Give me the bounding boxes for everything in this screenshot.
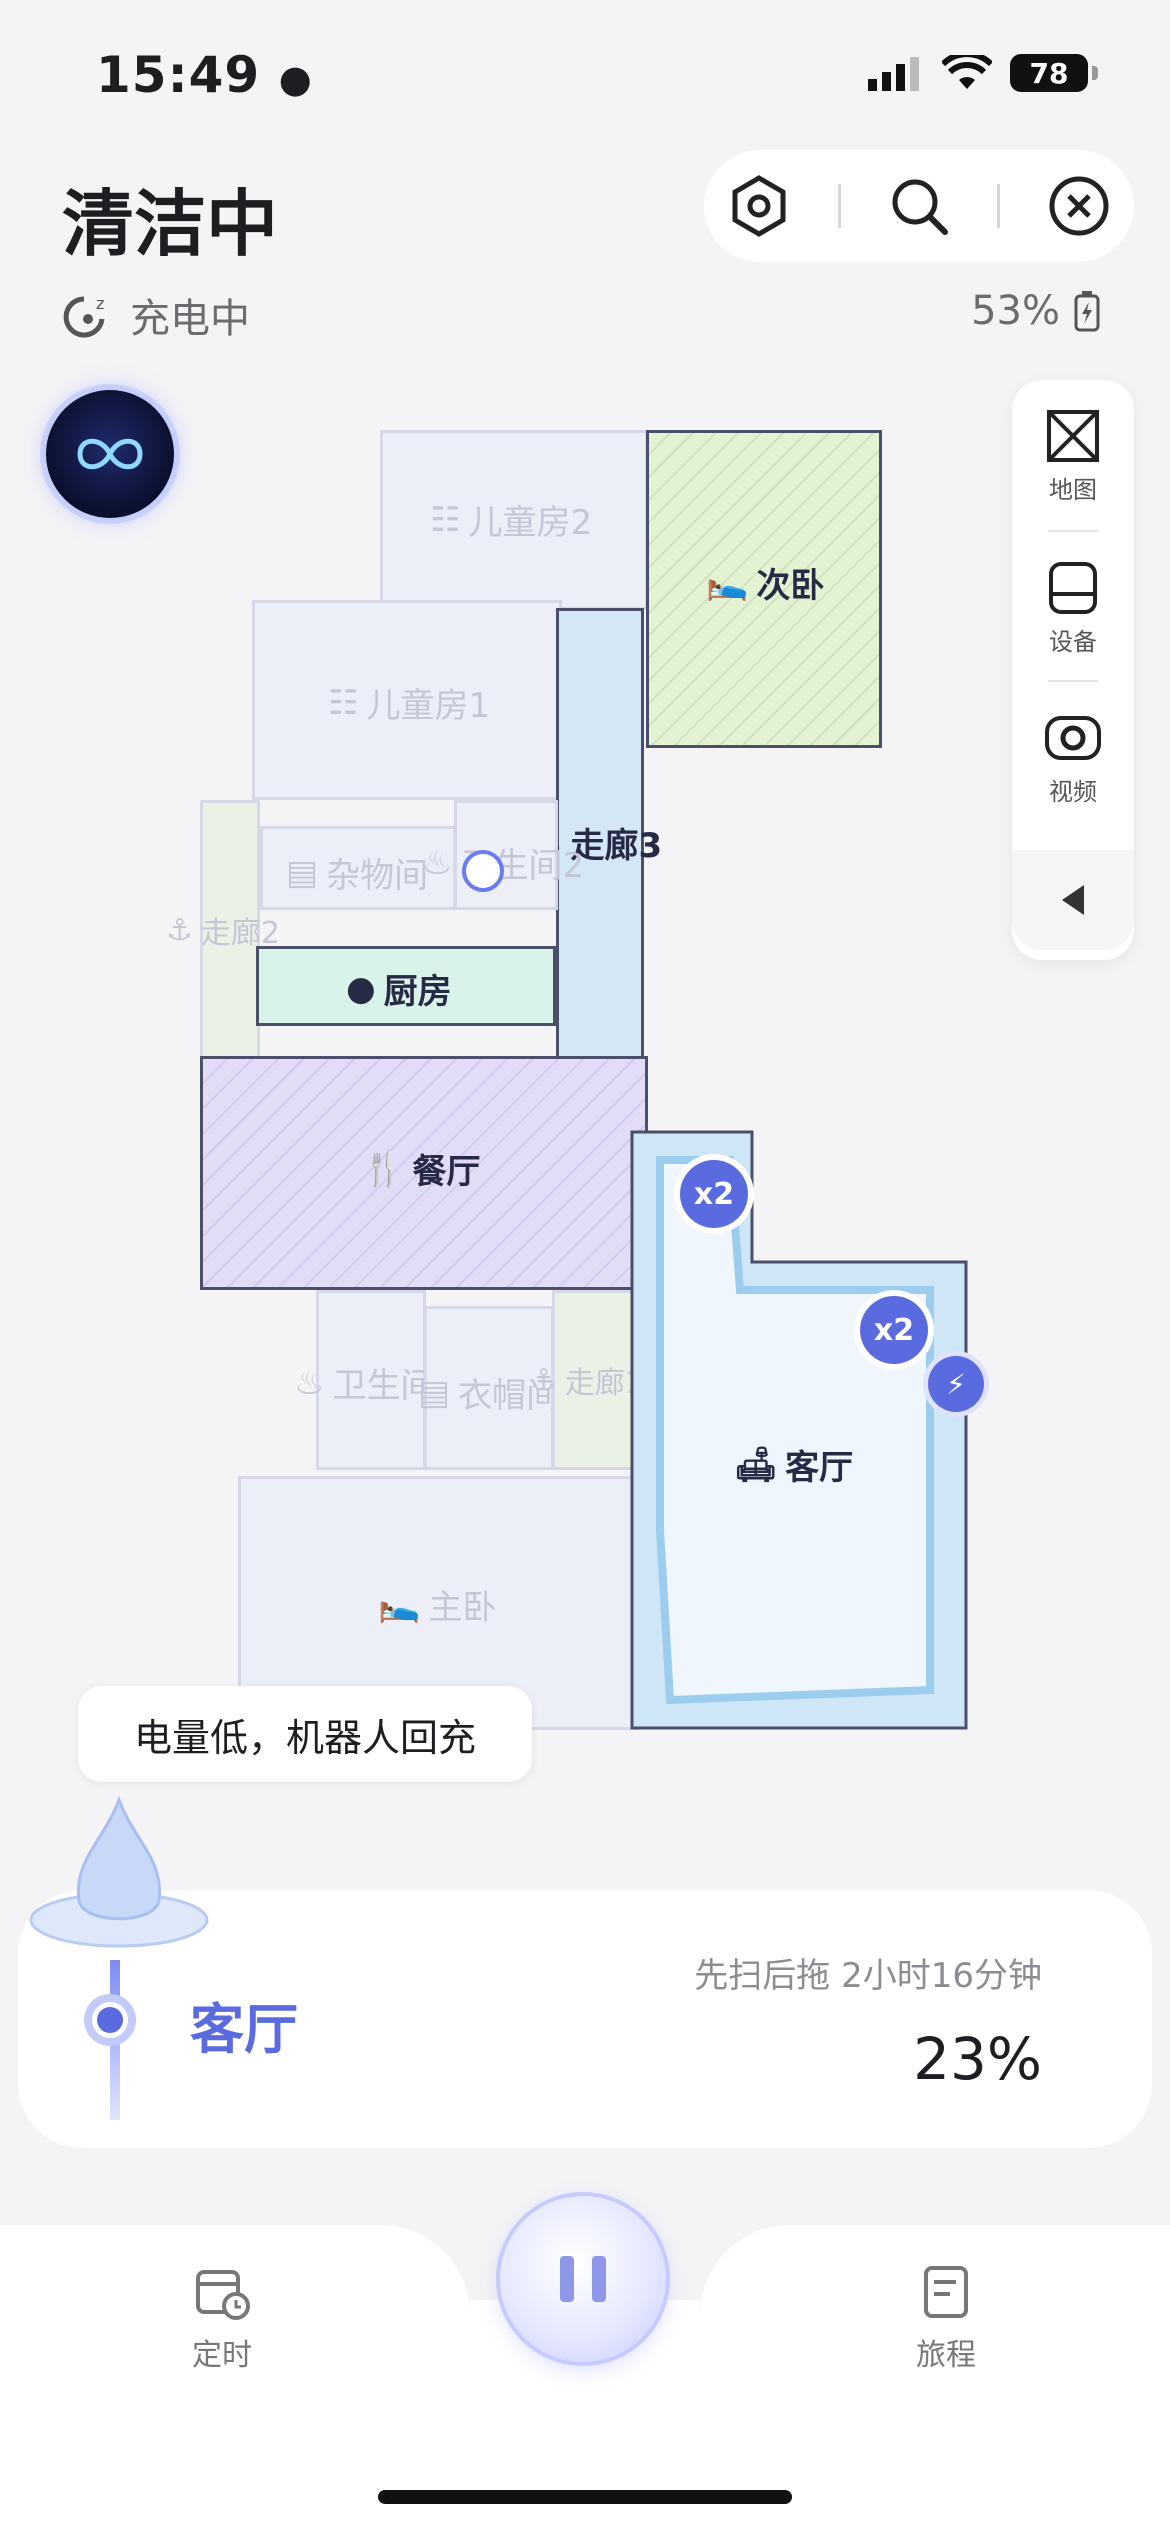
- device-icon: [1049, 562, 1097, 614]
- close-icon[interactable]: [1047, 174, 1111, 238]
- top-action-bar: [704, 150, 1134, 262]
- side-panel: 地图 设备 视频: [1012, 380, 1134, 960]
- svg-text:z: z: [96, 294, 104, 313]
- dock-station-icon[interactable]: ⚡: [928, 1356, 984, 1412]
- robot-icon: [462, 850, 504, 892]
- side-map-label: 地图: [1049, 476, 1097, 504]
- current-room-marker: [84, 1994, 136, 2046]
- pause-icon: [560, 2256, 574, 2302]
- side-video-label: 视频: [1049, 778, 1097, 806]
- room-label-kitchen: ● 厨房: [346, 968, 452, 1013]
- home-indicator: [378, 2490, 792, 2504]
- pause-button[interactable]: [500, 2196, 666, 2362]
- signal-icon: [868, 57, 919, 91]
- room-label-dining: 🍴 餐厅: [362, 1148, 481, 1193]
- low-battery-tooltip: 电量低，机器人回充: [78, 1686, 532, 1782]
- nav-journey-label: 旅程: [916, 2338, 976, 2373]
- charging-label: 充电中: [130, 296, 250, 342]
- side-video-button[interactable]: 视频: [1012, 710, 1134, 807]
- side-map-button[interactable]: 地图: [1012, 408, 1134, 505]
- journey-doc-icon: [924, 2266, 968, 2318]
- settings-hex-icon[interactable]: [727, 174, 791, 238]
- battery-cap: [1092, 66, 1098, 80]
- divider: [997, 184, 1001, 228]
- status-time: 15:49 ●: [96, 46, 313, 104]
- side-device-label: 设备: [1049, 628, 1097, 656]
- triangle-left-icon: [1062, 885, 1084, 915]
- side-device-button[interactable]: 设备: [1012, 560, 1134, 657]
- room-label-living: 🛋 客厅: [734, 1444, 854, 1489]
- battery-pct-label: 53%: [971, 288, 1060, 334]
- clean-progress: 23%: [913, 2025, 1042, 2093]
- battery-indicator: 78: [1010, 54, 1088, 92]
- calendar-clock-icon: [196, 2270, 250, 2320]
- room-label-kids2: ☷ 儿童房2: [430, 499, 593, 544]
- robot-avatar: [24, 1790, 214, 1960]
- collapse-panel-button[interactable]: [1012, 850, 1134, 950]
- map-icon: [1047, 410, 1099, 462]
- divider: [1048, 680, 1098, 682]
- video-icon: [1045, 716, 1101, 760]
- clean-mode-info: 先扫后拖 2小时16分钟: [694, 1956, 1042, 1996]
- current-room-name: 客厅: [190, 1998, 298, 2061]
- sleep-mode-icon: z: [63, 294, 105, 338]
- divider: [837, 184, 841, 228]
- repeat-badge: x2: [680, 1160, 748, 1228]
- nav-journey[interactable]: 旅程: [876, 2262, 1016, 2374]
- nav-schedule[interactable]: 定时: [152, 2262, 292, 2374]
- pause-icon: [592, 2256, 606, 2302]
- divider: [1048, 530, 1098, 532]
- search-icon[interactable]: [887, 174, 951, 238]
- wifi-icon: [942, 55, 992, 89]
- battery-charging-icon: [1074, 291, 1100, 332]
- status-icons: 78: [868, 54, 1098, 92]
- repeat-badge: x2: [860, 1296, 928, 1364]
- page-title: 清洁中: [62, 182, 279, 266]
- charging-status: z 充电中: [62, 286, 250, 344]
- room-label-corridor1: ⚓ 走廊1: [530, 1362, 644, 1402]
- nav-schedule-label: 定时: [192, 2338, 252, 2373]
- room-label-second-bedroom: 🛌 次卧: [706, 562, 825, 607]
- room-living[interactable]: [630, 1130, 970, 1730]
- room-label-storage: ▤ 杂物间: [286, 852, 429, 897]
- room-label-master: 🛌 主卧: [378, 1584, 497, 1629]
- room-label-kids1: ☷ 儿童房1: [328, 682, 491, 727]
- battery-percentage: 53%: [971, 288, 1100, 334]
- floor-map[interactable]: ☷儿童房2 🛌次卧 ☷儿童房1 ⚓走廊3 ⚓走廊2 ▤杂物间 ♨卫生间2 ●厨房…: [0, 400, 1170, 1780]
- room-label-bathroom2: ♨ 卫生间2: [422, 842, 585, 887]
